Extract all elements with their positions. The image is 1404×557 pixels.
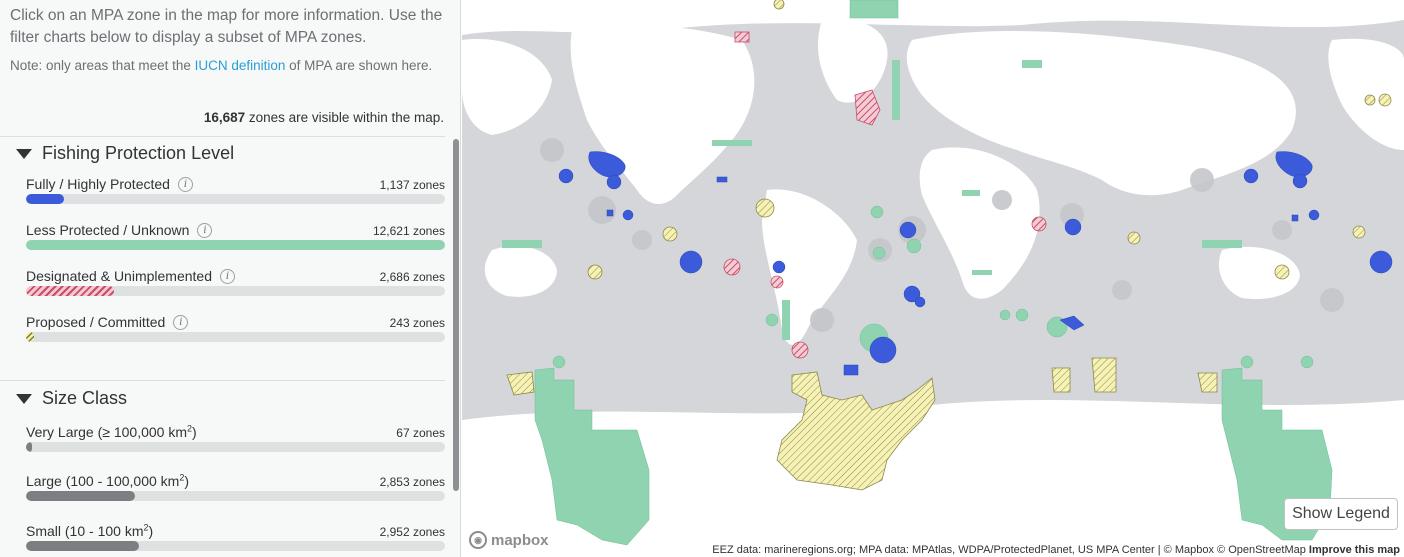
bar-track[interactable] bbox=[26, 332, 445, 342]
row-label: Very Large (≥ 100,000 km2) bbox=[26, 423, 197, 440]
collapse-triangle-icon bbox=[16, 148, 32, 159]
size-section-toggle[interactable]: Size Class bbox=[16, 388, 127, 409]
bar-track[interactable] bbox=[26, 541, 445, 551]
filter-row-small[interactable]: Small (10 - 100 km2) 2,952 zones bbox=[26, 523, 445, 557]
attribution-text[interactable]: EEZ data: marineregions.org; MPA data: M… bbox=[712, 544, 1306, 556]
fishing-section-title: Fishing Protection Level bbox=[42, 143, 235, 163]
mpa-map[interactable]: ◉ mapbox Show Legend EEZ data: marinereg… bbox=[462, 0, 1404, 557]
bar-track[interactable] bbox=[26, 442, 445, 452]
iucn-note: Note: only areas that meet the IUCN defi… bbox=[10, 56, 450, 75]
row-count: 1,137 zones bbox=[379, 178, 445, 192]
filter-row-proposed[interactable]: Proposed / Committed i 243 zones bbox=[26, 314, 445, 350]
bar-fill bbox=[26, 240, 445, 250]
show-legend-button[interactable]: Show Legend bbox=[1284, 498, 1398, 530]
note-prefix: Note: only areas that meet the bbox=[10, 58, 195, 73]
filter-row-less-protected[interactable]: Less Protected / Unknown i 12,621 zones bbox=[26, 222, 445, 258]
row-label: Large (100 - 100,000 km2) bbox=[26, 472, 190, 489]
bar-track[interactable] bbox=[26, 491, 445, 501]
info-icon[interactable]: i bbox=[220, 268, 235, 284]
bar-fill bbox=[26, 194, 64, 204]
improve-map-link[interactable]: Improve this map bbox=[1309, 544, 1400, 556]
bar-fill bbox=[26, 332, 35, 342]
filter-row-large[interactable]: Large (100 - 100,000 km2) 2,853 zones bbox=[26, 473, 445, 509]
filter-row-fully-protected[interactable]: Fully / Highly Protected i 1,137 zones bbox=[26, 176, 445, 212]
bar-track[interactable] bbox=[26, 194, 445, 204]
filter-panel: Click on an MPA zone in the map for more… bbox=[0, 0, 461, 557]
row-label: Small (10 - 100 km2) bbox=[26, 522, 154, 539]
visible-count-suffix: zones are visible within the map. bbox=[245, 110, 444, 125]
bar-fill bbox=[26, 491, 135, 501]
collapse-triangle-icon bbox=[16, 393, 32, 404]
visible-zones-count: 16,687 zones are visible within the map. bbox=[204, 110, 444, 125]
row-label: Proposed / Committed bbox=[26, 314, 166, 330]
note-suffix: of MPA are shown here. bbox=[285, 58, 433, 73]
bar-fill bbox=[26, 442, 33, 452]
row-label: Fully / Highly Protected bbox=[26, 176, 170, 192]
info-icon[interactable]: i bbox=[177, 176, 193, 192]
size-section-title: Size Class bbox=[42, 388, 128, 408]
filter-row-designated[interactable]: Designated & Unimplemented i 2,686 zones bbox=[26, 268, 445, 304]
bar-fill bbox=[26, 541, 140, 551]
filter-row-very-large[interactable]: Very Large (≥ 100,000 km2) 67 zones bbox=[26, 424, 445, 460]
map-attribution: EEZ data: marineregions.org; MPA data: M… bbox=[708, 543, 1404, 557]
row-count: 67 zones bbox=[396, 426, 445, 440]
info-icon[interactable]: i bbox=[197, 222, 213, 238]
fishing-section-toggle[interactable]: Fishing Protection Level bbox=[16, 143, 234, 164]
info-icon[interactable]: i bbox=[173, 314, 189, 330]
divider bbox=[0, 380, 445, 381]
panel-scrollbar[interactable] bbox=[453, 139, 459, 491]
row-label: Designated & Unimplemented bbox=[26, 268, 212, 284]
bar-track[interactable] bbox=[26, 286, 445, 296]
map-canvas[interactable] bbox=[462, 0, 1404, 557]
bar-fill bbox=[26, 286, 114, 296]
row-count: 243 zones bbox=[389, 316, 445, 330]
row-count: 12,621 zones bbox=[372, 224, 445, 238]
row-count: 2,686 zones bbox=[379, 270, 445, 284]
intro-text: Click on an MPA zone in the map for more… bbox=[10, 7, 443, 46]
divider bbox=[0, 136, 445, 137]
iucn-definition-link[interactable]: IUCN definition bbox=[195, 58, 286, 73]
row-count: 2,853 zones bbox=[379, 475, 445, 489]
mapbox-icon: ◉ bbox=[469, 531, 487, 549]
row-label: Less Protected / Unknown bbox=[26, 222, 190, 238]
row-count: 2,952 zones bbox=[379, 525, 445, 539]
bar-track[interactable] bbox=[26, 240, 445, 250]
mapbox-wordmark: mapbox bbox=[491, 531, 549, 549]
mapbox-logo[interactable]: ◉ mapbox bbox=[469, 531, 549, 549]
visible-count-number: 16,687 bbox=[203, 110, 246, 125]
